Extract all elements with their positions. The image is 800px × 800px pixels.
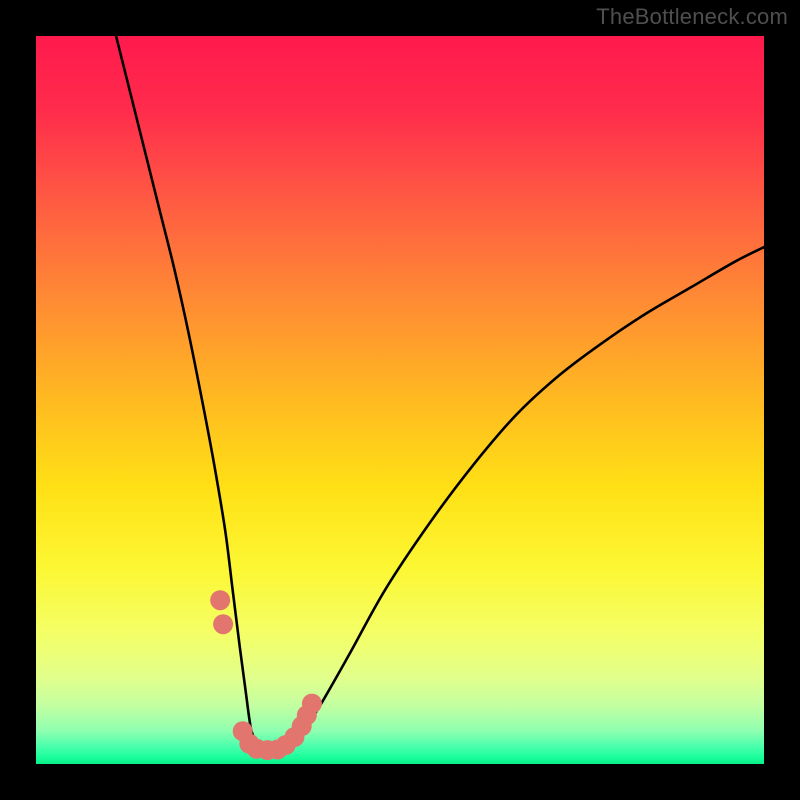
accent-dot	[213, 614, 233, 634]
accent-dot	[302, 694, 322, 714]
curve-layer	[36, 36, 764, 764]
accent-blobs	[210, 590, 322, 760]
bottleneck-curve	[116, 36, 764, 753]
watermark-label: TheBottleneck.com	[596, 4, 788, 30]
chart-frame: TheBottleneck.com	[0, 0, 800, 800]
accent-dot	[210, 590, 230, 610]
plot-area	[36, 36, 764, 764]
